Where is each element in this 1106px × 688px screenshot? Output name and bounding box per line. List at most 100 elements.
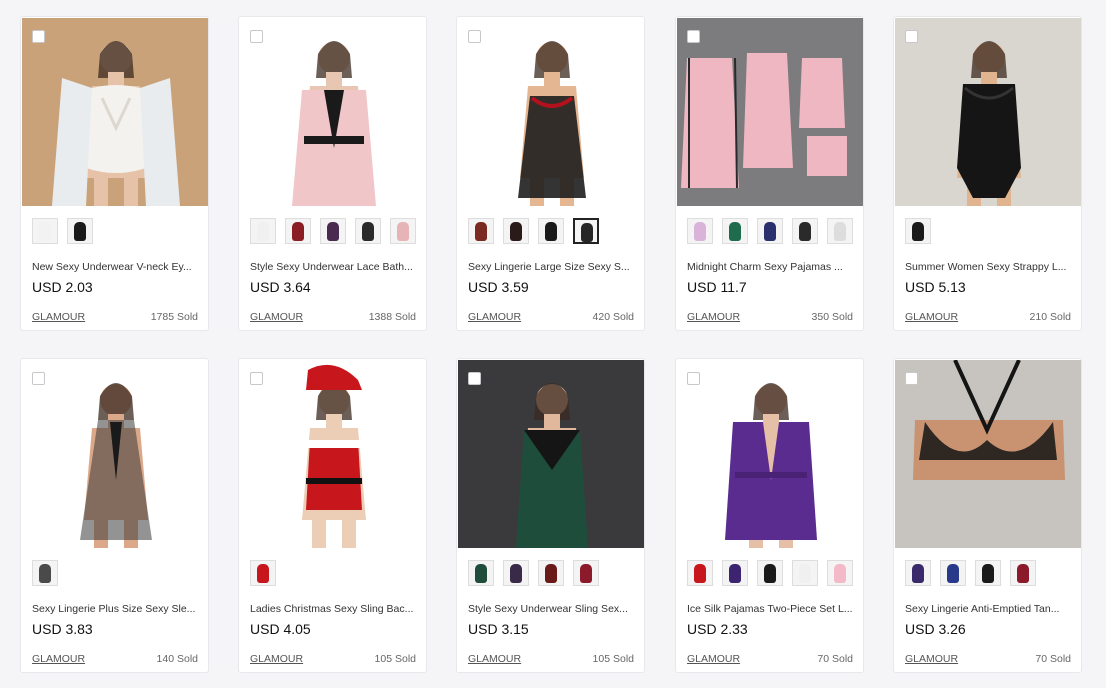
color-swatch[interactable]	[538, 560, 564, 586]
sold-count: 105 Sold	[374, 653, 416, 665]
color-swatch[interactable]	[827, 218, 853, 244]
color-swatch[interactable]	[940, 560, 966, 586]
product-title[interactable]: Sexy Lingerie Anti-Emptied Tan...	[905, 603, 1073, 615]
product-image[interactable]	[240, 360, 426, 548]
color-swatch[interactable]	[32, 218, 58, 244]
select-checkbox[interactable]	[687, 30, 700, 43]
color-swatch[interactable]	[285, 218, 311, 244]
color-swatches	[250, 560, 426, 588]
sold-count: 70 Sold	[1035, 653, 1071, 665]
select-checkbox[interactable]	[250, 372, 263, 385]
product-price: USD 5.13	[905, 279, 966, 295]
product-image[interactable]	[677, 18, 863, 206]
color-swatches	[250, 218, 426, 246]
color-swatch[interactable]	[757, 218, 783, 244]
product-image[interactable]	[22, 18, 208, 206]
product-image[interactable]	[458, 360, 644, 548]
color-swatch[interactable]	[1010, 560, 1036, 586]
product-price: USD 3.64	[250, 279, 311, 295]
sold-count: 1388 Sold	[368, 311, 416, 323]
select-checkbox[interactable]	[250, 30, 263, 43]
color-swatch[interactable]	[32, 560, 58, 586]
store-link[interactable]: GLAMOUR	[905, 311, 958, 323]
product-title[interactable]: New Sexy Underwear V-neck Ey...	[32, 261, 200, 273]
color-swatch[interactable]	[390, 218, 416, 244]
color-swatch[interactable]	[722, 218, 748, 244]
product-card[interactable]: Sexy Lingerie Large Size Sexy S... USD 3.…	[456, 16, 645, 331]
color-swatch[interactable]	[722, 560, 748, 586]
store-link[interactable]: GLAMOUR	[250, 311, 303, 323]
product-image[interactable]	[677, 360, 863, 548]
select-checkbox[interactable]	[32, 30, 45, 43]
product-card[interactable]: Style Sexy Underwear Lace Bath... USD 3.6…	[238, 16, 427, 331]
color-swatch[interactable]	[355, 218, 381, 244]
color-swatch[interactable]	[792, 560, 818, 586]
product-card[interactable]: Summer Women Sexy Strappy L... USD 5.13 GL…	[893, 16, 1082, 331]
product-title[interactable]: Style Sexy Underwear Lace Bath...	[250, 261, 418, 273]
product-title[interactable]: Ice Silk Pajamas Two-Piece Set L...	[687, 603, 855, 615]
product-card[interactable]: Ladies Christmas Sexy Sling Bac... USD 4.…	[238, 358, 427, 673]
color-swatch[interactable]	[250, 218, 276, 244]
color-swatches	[468, 218, 644, 246]
product-image[interactable]	[895, 360, 1081, 548]
product-card[interactable]: Sexy Lingerie Plus Size Sexy Sle... USD 3…	[20, 358, 209, 673]
product-title[interactable]: Summer Women Sexy Strappy L...	[905, 261, 1073, 273]
select-checkbox[interactable]	[905, 372, 918, 385]
color-swatch[interactable]	[792, 218, 818, 244]
color-swatches	[32, 560, 208, 588]
color-swatch[interactable]	[503, 560, 529, 586]
color-swatch[interactable]	[468, 218, 494, 244]
color-swatch[interactable]	[67, 218, 93, 244]
color-swatch[interactable]	[687, 218, 713, 244]
product-title[interactable]: Sexy Lingerie Plus Size Sexy Sle...	[32, 603, 200, 615]
product-title[interactable]: Sexy Lingerie Large Size Sexy S...	[468, 261, 636, 273]
product-card[interactable]: Midnight Charm Sexy Pajamas ... USD 11.7 G…	[675, 16, 864, 331]
product-card[interactable]: Sexy Lingerie Anti-Emptied Tan... USD 3.2…	[893, 358, 1082, 673]
color-swatches	[468, 560, 644, 588]
store-link[interactable]: GLAMOUR	[32, 311, 85, 323]
select-checkbox[interactable]	[468, 372, 481, 385]
color-swatch[interactable]	[503, 218, 529, 244]
store-link[interactable]: GLAMOUR	[468, 311, 521, 323]
color-swatch[interactable]	[468, 560, 494, 586]
select-checkbox[interactable]	[687, 372, 700, 385]
store-link[interactable]: GLAMOUR	[250, 653, 303, 665]
product-price: USD 11.7	[687, 279, 747, 295]
product-title[interactable]: Ladies Christmas Sexy Sling Bac...	[250, 603, 418, 615]
color-swatch[interactable]	[250, 560, 276, 586]
color-swatch[interactable]	[757, 560, 783, 586]
product-image[interactable]	[22, 360, 208, 548]
color-swatch[interactable]	[975, 560, 1001, 586]
color-swatches	[32, 218, 208, 246]
sold-count: 420 Sold	[592, 311, 634, 323]
select-checkbox[interactable]	[468, 30, 481, 43]
color-swatch[interactable]	[905, 218, 931, 244]
color-swatch[interactable]	[827, 560, 853, 586]
color-swatch[interactable]	[905, 560, 931, 586]
product-card[interactable]: Ice Silk Pajamas Two-Piece Set L... USD 2…	[675, 358, 864, 673]
store-link[interactable]: GLAMOUR	[32, 653, 85, 665]
store-link[interactable]: GLAMOUR	[905, 653, 958, 665]
store-link[interactable]: GLAMOUR	[687, 653, 740, 665]
select-checkbox[interactable]	[905, 30, 918, 43]
product-card[interactable]: Style Sexy Underwear Sling Sex... USD 3.1…	[456, 358, 645, 673]
color-swatch[interactable]	[538, 218, 564, 244]
sold-count: 70 Sold	[817, 653, 853, 665]
product-image[interactable]	[458, 18, 644, 206]
product-grid: New Sexy Underwear V-neck Ey... USD 2.03 G…	[0, 0, 1106, 688]
product-card[interactable]: New Sexy Underwear V-neck Ey... USD 2.03 G…	[20, 16, 209, 331]
color-swatch[interactable]	[320, 218, 346, 244]
color-swatch[interactable]	[573, 218, 599, 244]
product-title[interactable]: Midnight Charm Sexy Pajamas ...	[687, 261, 855, 273]
color-swatches	[905, 560, 1081, 588]
color-swatches	[687, 218, 863, 246]
product-title[interactable]: Style Sexy Underwear Sling Sex...	[468, 603, 636, 615]
product-image[interactable]	[895, 18, 1081, 206]
select-checkbox[interactable]	[32, 372, 45, 385]
color-swatches	[687, 560, 863, 588]
product-image[interactable]	[240, 18, 426, 206]
store-link[interactable]: GLAMOUR	[687, 311, 740, 323]
color-swatch[interactable]	[573, 560, 599, 586]
store-link[interactable]: GLAMOUR	[468, 653, 521, 665]
color-swatch[interactable]	[687, 560, 713, 586]
